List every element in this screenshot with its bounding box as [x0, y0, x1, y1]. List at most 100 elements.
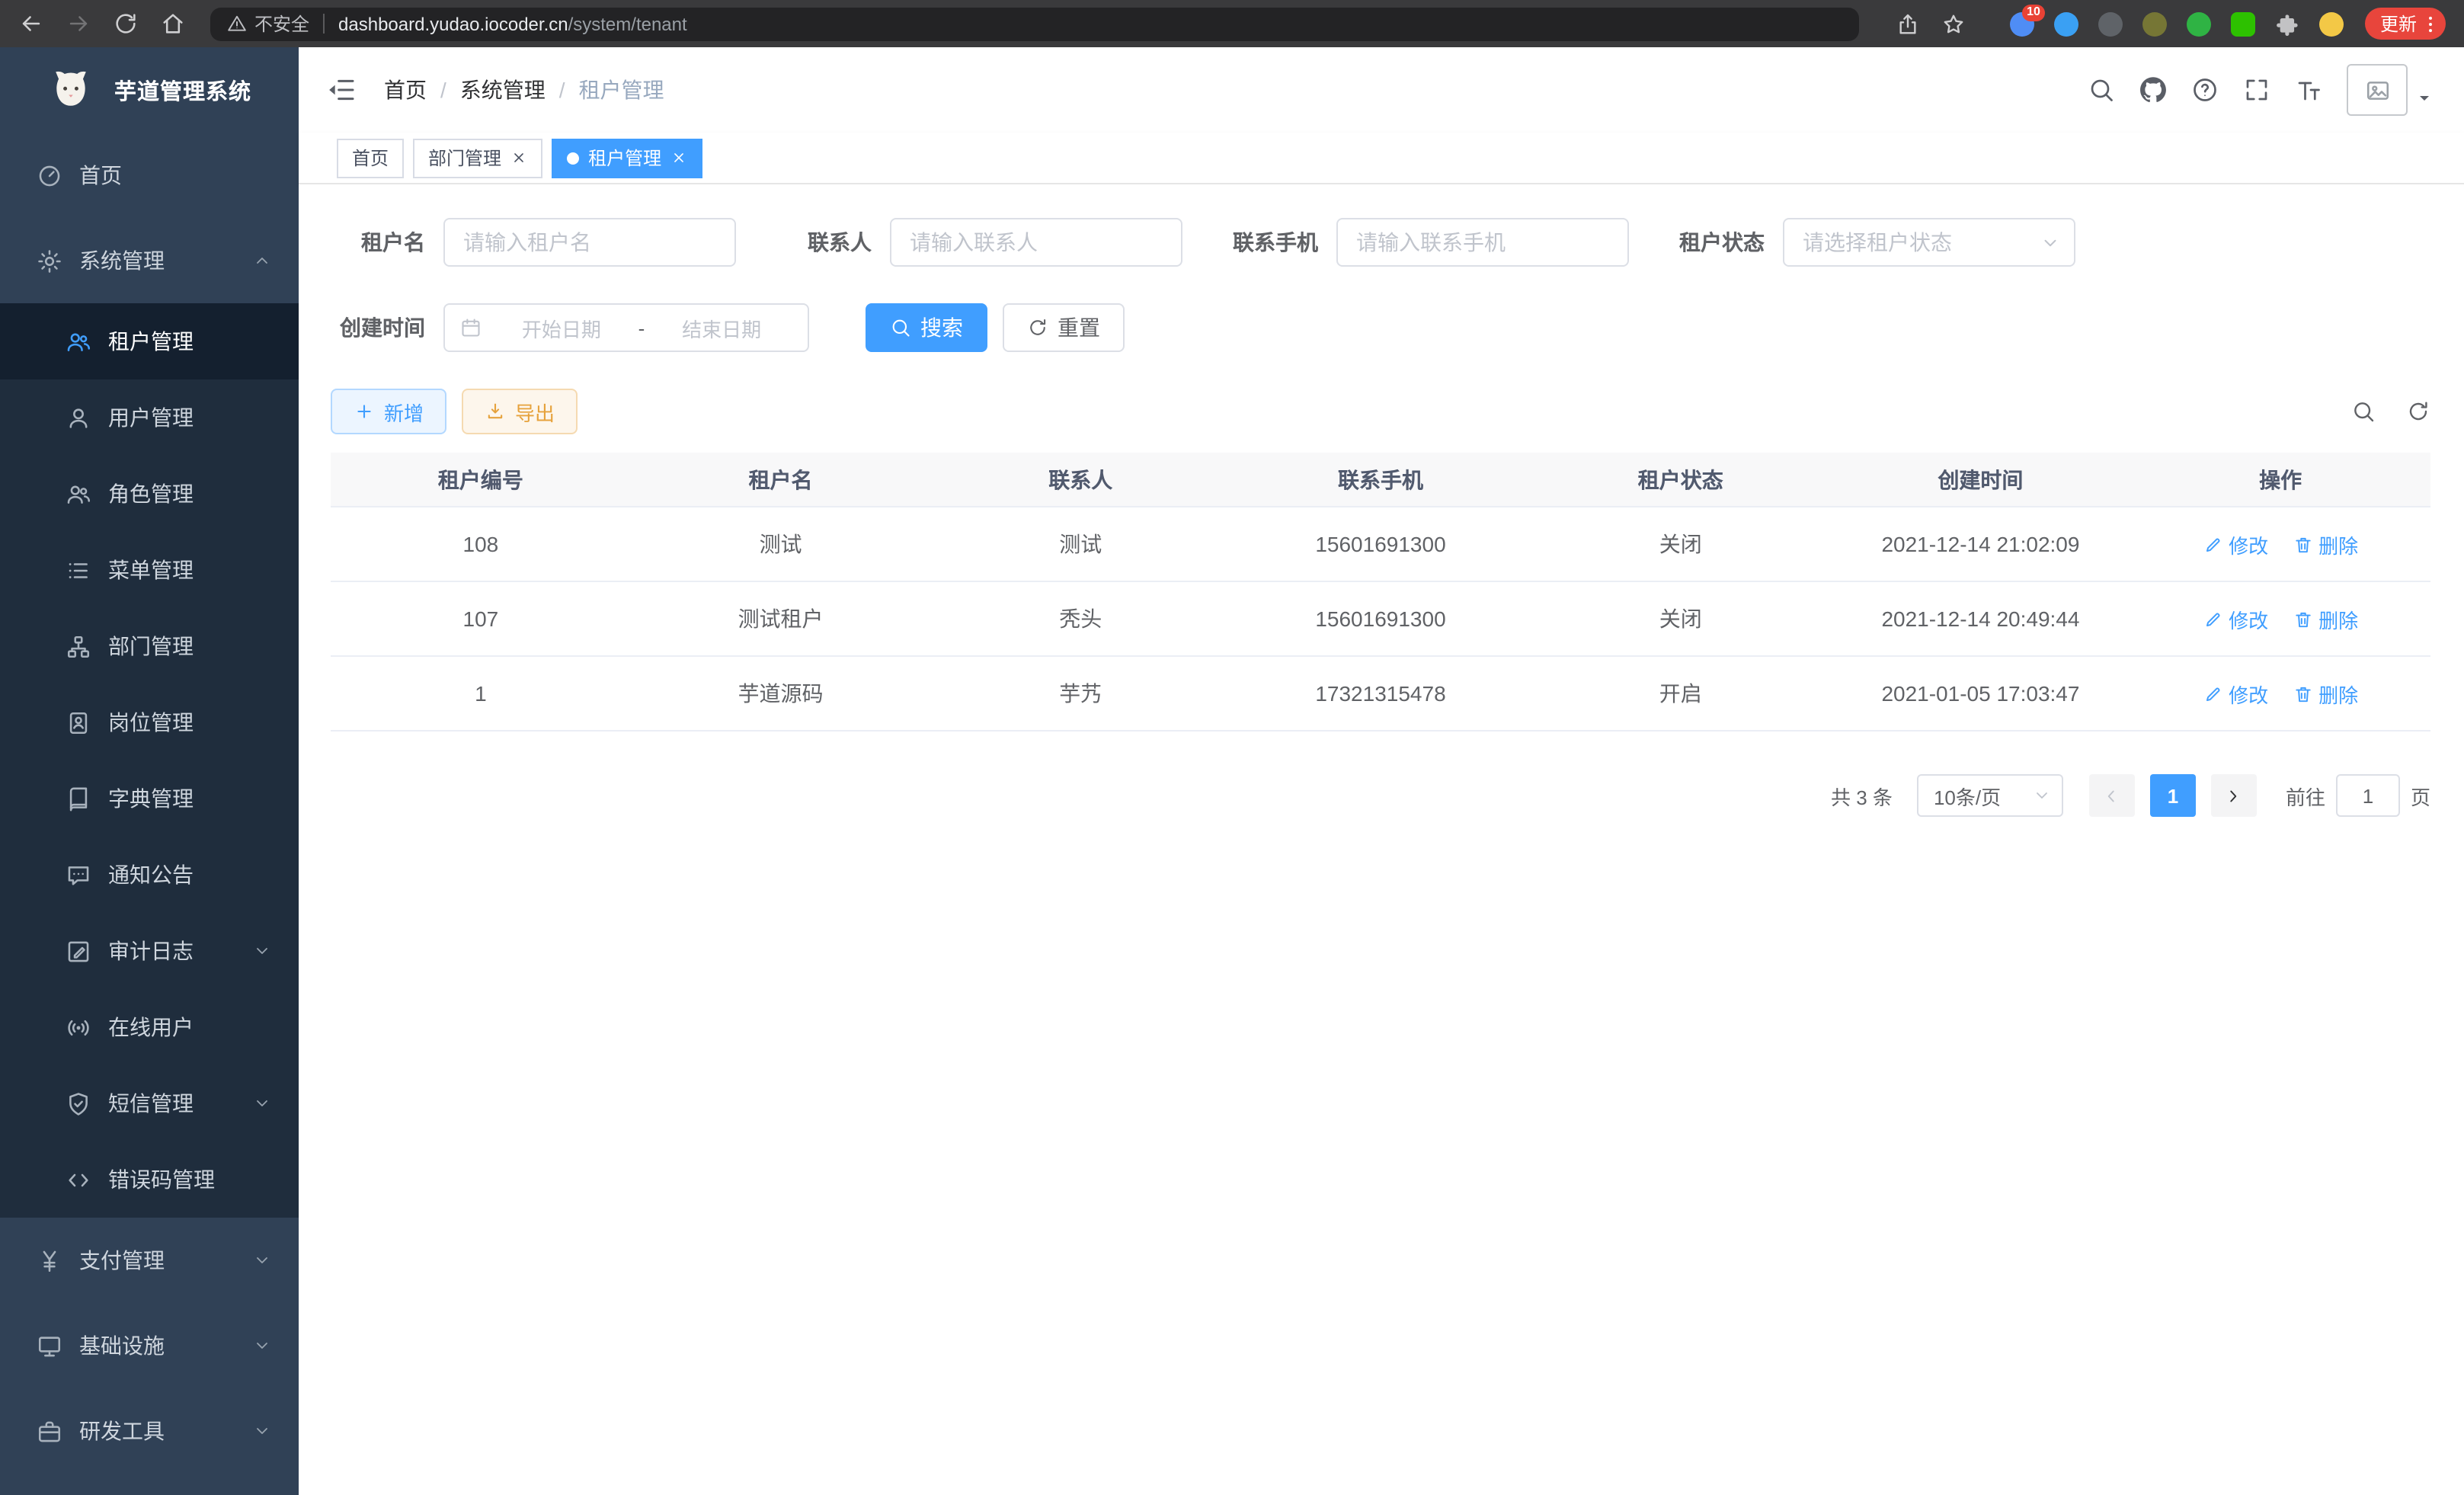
next-page-button[interactable] — [2211, 774, 2257, 817]
menu-item-label: 用户管理 — [108, 402, 236, 433]
cell-tenant-name: 芋道源码 — [631, 678, 931, 709]
menu-item-chevron-icon — [253, 1251, 271, 1269]
table-header-cell[interactable]: 租户状态 — [1531, 464, 1831, 495]
github-icon[interactable] — [2139, 76, 2167, 104]
delete-link[interactable]: 删除 — [2293, 679, 2358, 708]
edit-link[interactable]: 修改 — [2203, 679, 2268, 708]
sidebar-menu-item[interactable]: 用户管理 — [0, 379, 299, 456]
breadcrumb-item[interactable]: 租户管理 — [579, 75, 664, 105]
sidebar-menu-item[interactable]: 租户管理 — [0, 303, 299, 379]
view-tab[interactable]: 租户管理 — [552, 138, 702, 178]
search-icon[interactable] — [2088, 76, 2115, 104]
export-button[interactable]: 导出 — [462, 389, 578, 434]
avatar-caret-icon[interactable] — [2415, 88, 2434, 107]
table-header-cell[interactable]: 租户名 — [631, 464, 931, 495]
sidebar-menu-item[interactable]: 部门管理 — [0, 608, 299, 684]
page-size-select[interactable]: 10条/页 — [1917, 774, 2063, 817]
share-icon[interactable] — [1896, 11, 1920, 36]
extension-icon[interactable] — [2187, 11, 2211, 36]
sidebar-menu-item[interactable]: 在线用户 — [0, 989, 299, 1065]
extension-icon[interactable] — [2275, 11, 2299, 36]
search-button[interactable]: 搜索 — [866, 303, 987, 352]
refresh-table-icon[interactable] — [2406, 399, 2430, 424]
tab-close-icon[interactable] — [670, 149, 687, 166]
phone-input[interactable] — [1336, 218, 1629, 267]
table-header-cell[interactable]: 租户编号 — [331, 464, 631, 495]
menu-item-chevron-icon — [253, 866, 271, 884]
show-search-toggle-icon[interactable] — [2351, 399, 2376, 424]
browser-chrome: 不安全 dashboard.yudao.iocoder.cn/system/te… — [0, 0, 2464, 47]
sidebar-menu-item[interactable]: 岗位管理 — [0, 684, 299, 760]
download-icon — [485, 401, 506, 422]
cell-phone: 17321315478 — [1230, 681, 1531, 706]
sidebar-menu-item[interactable]: 首页 — [0, 133, 299, 218]
goto-page-input[interactable] — [2336, 774, 2400, 817]
contact-input[interactable] — [890, 218, 1182, 267]
cell-phone: 15601691300 — [1230, 532, 1531, 556]
home-icon[interactable] — [160, 11, 186, 37]
sidebar-menu-item[interactable]: 字典管理 — [0, 760, 299, 837]
view-tab[interactable]: 部门管理 — [413, 138, 542, 178]
edit-link[interactable]: 修改 — [2203, 604, 2268, 633]
delete-link[interactable]: 删除 — [2293, 604, 2358, 633]
font-size-icon[interactable] — [2295, 76, 2322, 104]
table-header-cell[interactable]: 联系手机 — [1230, 464, 1531, 495]
sidebar-menu-item[interactable]: 基础设施 — [0, 1303, 299, 1388]
forward-icon[interactable] — [66, 11, 91, 37]
fullscreen-icon[interactable] — [2243, 76, 2270, 104]
prev-page-button[interactable] — [2089, 774, 2135, 817]
create-time-range-picker[interactable]: 开始日期 - 结束日期 — [443, 303, 809, 352]
page-number-button[interactable]: 1 — [2150, 774, 2196, 817]
table-row[interactable]: 1 芋道源码 芋艿 17321315478 开启 2021-01-05 17:0… — [331, 657, 2430, 731]
table-header-cell[interactable]: 联系人 — [930, 464, 1230, 495]
back-icon[interactable] — [18, 11, 44, 37]
view-tab[interactable]: 首页 — [337, 138, 404, 178]
menu-item-chevron-icon — [253, 1094, 271, 1112]
reload-icon[interactable] — [113, 11, 139, 37]
delete-link[interactable]: 删除 — [2293, 530, 2358, 559]
app-logo-row[interactable]: 芋道管理系统 — [0, 47, 299, 133]
extension-icon[interactable] — [2231, 11, 2255, 36]
menu-item-icon — [37, 248, 62, 274]
menu-item-icon — [66, 1167, 91, 1192]
extension-icon[interactable]: 10 — [2010, 11, 2034, 36]
add-button[interactable]: 新增 — [331, 389, 446, 434]
menu-item-icon — [66, 328, 91, 354]
sidebar-menu-item[interactable]: 审计日志 — [0, 913, 299, 989]
sidebar-menu-item[interactable]: 菜单管理 — [0, 532, 299, 608]
table-header-cell[interactable]: 创建时间 — [1831, 464, 2131, 495]
sidebar-menu-item[interactable]: 支付管理 — [0, 1218, 299, 1303]
menu-item-label: 首页 — [79, 160, 236, 190]
sidebar-menu-item[interactable]: 通知公告 — [0, 837, 299, 913]
help-icon[interactable] — [2191, 76, 2219, 104]
avatar[interactable] — [2347, 64, 2408, 116]
reset-button[interactable]: 重置 — [1003, 303, 1125, 352]
sidebar-menu-item[interactable]: 错误码管理 — [0, 1141, 299, 1218]
browser-address-bar[interactable]: 不安全 dashboard.yudao.iocoder.cn/system/te… — [210, 7, 1859, 40]
tenant-name-input[interactable] — [443, 218, 736, 267]
breadcrumb-item[interactable]: 系统管理 — [460, 75, 579, 105]
contact-label: 联系人 — [777, 227, 872, 258]
extension-icon[interactable] — [2098, 11, 2123, 36]
extension-icon[interactable] — [2319, 11, 2344, 36]
breadcrumb-item[interactable]: 首页 — [384, 75, 460, 105]
edit-link[interactable]: 修改 — [2203, 530, 2268, 559]
sidebar-menu-item[interactable]: 系统管理 — [0, 218, 299, 303]
table-header-cell[interactable]: 操作 — [2130, 464, 2430, 495]
sidebar-menu-item[interactable]: 研发工具 — [0, 1388, 299, 1474]
menu-item-chevron-icon — [253, 789, 271, 808]
table-row[interactable]: 108 测试 测试 15601691300 关闭 2021-12-14 21:0… — [331, 507, 2430, 582]
extension-icon[interactable] — [2142, 11, 2167, 36]
tab-close-icon[interactable] — [510, 149, 527, 166]
status-select[interactable]: 请选择租户状态 — [1783, 218, 2075, 267]
reset-button-label: 重置 — [1058, 312, 1100, 343]
bookmark-star-icon[interactable] — [1941, 11, 1966, 36]
kebab-menu-icon[interactable] — [2420, 13, 2441, 34]
browser-update-button[interactable]: 更新 — [2365, 8, 2446, 40]
sidebar-menu-item[interactable]: 角色管理 — [0, 456, 299, 532]
sidebar-menu-item[interactable]: 短信管理 — [0, 1065, 299, 1141]
extension-icon[interactable] — [2054, 11, 2078, 36]
table-row[interactable]: 107 测试租户 秃头 15601691300 关闭 2021-12-14 20… — [331, 582, 2430, 657]
menu-item-icon — [66, 557, 91, 583]
sidebar-fold-icon[interactable] — [326, 75, 357, 105]
